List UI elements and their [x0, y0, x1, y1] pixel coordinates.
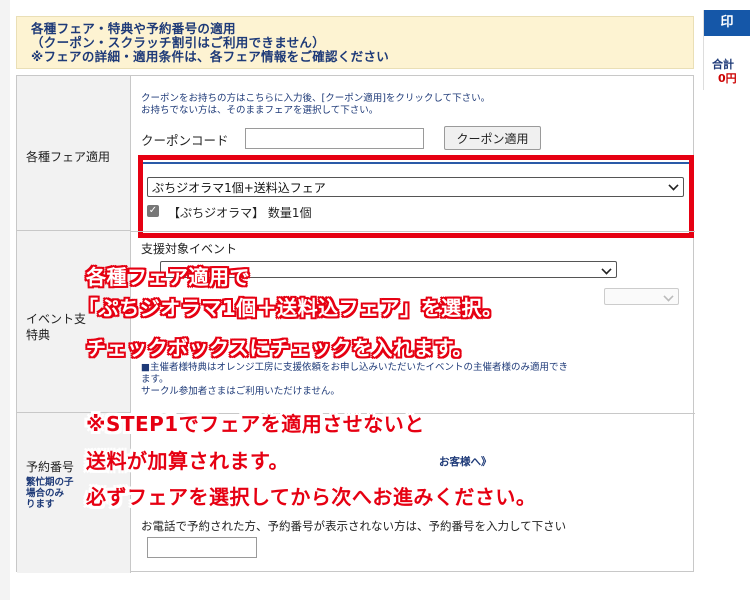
total-value: 0円 [718, 72, 737, 85]
reservation-row-label: 予約番号 [26, 460, 75, 474]
coupon-note-1: クーポンをお持ちの方はこちらに入力後、[クーポン適用]をクリックして下さい。 [141, 93, 491, 104]
apply-coupon-button[interactable]: クーポン適用 [444, 126, 541, 150]
reservation-small-2: 場合のみ [26, 488, 65, 499]
reservation-row-label-cell: 予約番号 繁忙期の子 場合のみ ります [17, 413, 131, 573]
left-page-strip [0, 0, 10, 600]
event-note-line-3: サークル参加者さまはご利用いただけません。 [141, 386, 340, 397]
event-select[interactable] [160, 261, 617, 278]
row-divider [131, 231, 695, 232]
fair-row-label-cell: 各種フェア適用 [17, 76, 131, 231]
header-notice: ※フェアの詳細・適用条件は、各フェア情報をご確認ください [31, 49, 390, 64]
coupon-code-input[interactable] [245, 128, 424, 149]
coupon-note-2: お持ちでない方は、そのままフェアを選択して下さい。 [141, 105, 379, 116]
event-note-line-2: ます。 [141, 374, 169, 385]
event-note-line-1: ■主催者様特典はオレンジ工房に支援依頼をお申し込みいただいたイベントの主催者様の… [141, 362, 568, 373]
event-row-label-1: イベント支 [26, 312, 87, 326]
fair-row-label: 各種フェア適用 [26, 150, 111, 164]
order-summary-panel: 印 合計 0円 [703, 10, 750, 90]
coupon-code-label: クーポンコード [141, 133, 229, 148]
event-select-label: 支援対象イベント [141, 242, 238, 256]
event-row-label-cell: イベント支 特典 [17, 231, 131, 413]
header-title: 各種フェア・特典や予約番号の適用 [31, 21, 236, 36]
event-row-label-2: 特典 [26, 328, 51, 342]
customer-notice-link[interactable]: お客様へ》 [439, 454, 492, 469]
reservation-number-input[interactable] [147, 537, 257, 558]
reservation-small-3: ります [26, 499, 55, 510]
event-note: ■主催者様特典はオレンジ工房に支援依頼をお申し込みいただいたイベントの主催者様の… [141, 362, 568, 398]
chevron-down-icon [601, 264, 612, 275]
options-form: 各種フェア適用 クーポンをお持ちの方はこちらに入力後、[クーポン適用]をクリック… [16, 75, 695, 573]
header-subtitle: （クーポン・スクラッチ割引はご利用できません） [31, 35, 326, 50]
chevron-down-icon [663, 291, 674, 302]
event-sub-select[interactable] [604, 288, 679, 305]
summary-panel-title: 印 [704, 10, 750, 36]
row-divider [131, 413, 695, 414]
section-header: 各種フェア・特典や予約番号の適用 （クーポン・スクラッチ割引はご利用できません）… [16, 16, 694, 69]
reservation-instruction: お電話で予約された方、予約番号が表示されない方は、予約番号を入力して下さい [141, 519, 567, 533]
reservation-small-1: 繁忙期の子 [26, 477, 74, 488]
highlight-box [138, 155, 694, 238]
